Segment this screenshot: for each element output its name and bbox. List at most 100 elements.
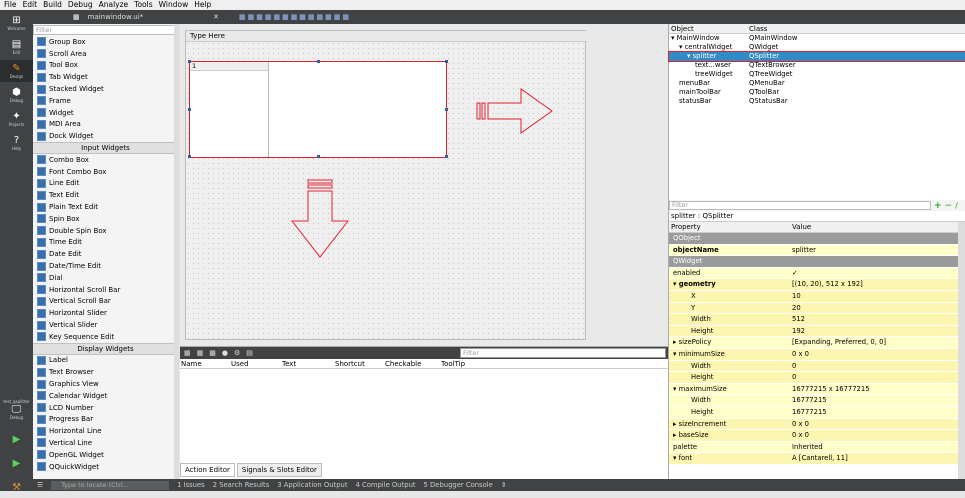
property-row[interactable]: Height 192	[669, 325, 965, 338]
copy-action-icon[interactable]: ▦	[197, 349, 204, 357]
widget-item[interactable]: Progress Bar	[33, 414, 178, 426]
widget-item[interactable]: Scroll Area	[33, 48, 178, 60]
add-property-icon[interactable]: +	[934, 201, 942, 211]
widget-item[interactable]: Tab Widget	[33, 71, 178, 83]
property-row[interactable]: ▾ maximumSize 16777215 x 16777215	[669, 383, 965, 396]
property-value[interactable]: 0 x 0	[790, 349, 965, 360]
widget-item[interactable]: Calendar Widget	[33, 390, 178, 402]
resize-handle[interactable]	[317, 60, 320, 63]
widget-item[interactable]: Text Edit	[33, 189, 178, 201]
widget-item[interactable]: Tool Box	[33, 60, 178, 72]
resize-handle[interactable]	[188, 108, 191, 111]
object-tree-row[interactable]: treeWidget QTreeWidget	[669, 70, 965, 79]
delete-action-icon[interactable]: ●	[222, 349, 228, 357]
resize-handle[interactable]	[445, 108, 448, 111]
resize-handle[interactable]	[445, 155, 448, 158]
view-mode-icon[interactable]: ▤	[246, 349, 253, 357]
menu-tools[interactable]: Tools	[134, 0, 152, 10]
widget-item[interactable]: Label	[33, 355, 178, 367]
action-filter-input[interactable]: Filter	[460, 348, 666, 358]
menu-edit[interactable]: Edit	[23, 0, 38, 10]
property-row[interactable]: palette Inherited	[669, 441, 965, 454]
widget-item[interactable]: Font Combo Box	[33, 166, 178, 178]
widget-item[interactable]: Plain Text Edit	[33, 201, 178, 213]
widget-item[interactable]: OpenGL Widget	[33, 449, 178, 461]
widget-item[interactable]: Widget	[33, 107, 178, 119]
property-value[interactable]: Inherited	[790, 442, 965, 453]
object-tree-row[interactable]: ▾ MainWindow QMainWindow	[669, 34, 965, 43]
resize-handle[interactable]	[317, 155, 320, 158]
layout-toolbar[interactable]: ▦▦▦▦▦▦▦▦▦▦▦▦▦	[239, 13, 351, 21]
property-row[interactable]: ▸ sizePolicy [Expanding, Preferred, 0, 0]	[669, 337, 965, 349]
widget-item[interactable]: Double Spin Box	[33, 225, 178, 237]
property-value[interactable]: 512	[790, 314, 965, 325]
property-row[interactable]: Width 512	[669, 314, 965, 326]
menu-type-here[interactable]: Type Here	[186, 31, 587, 42]
mode-debug[interactable]: ⬢ Debug	[0, 84, 33, 106]
mode-edit[interactable]: ▤ Edit	[0, 36, 33, 58]
mode-welcome[interactable]: ⊞ Welcome	[0, 12, 33, 34]
output-pane-button[interactable]: ⇕	[501, 481, 507, 489]
property-filter-input[interactable]: Filter	[669, 201, 931, 210]
widget-item[interactable]: LCD Number	[33, 402, 178, 414]
resize-handle[interactable]	[188, 155, 191, 158]
locator-input[interactable]: Type to locate (Ctrl...	[51, 480, 170, 490]
mode-projects[interactable]: ✦ Projects	[0, 108, 33, 130]
widget-item[interactable]: Combo Box	[33, 154, 178, 166]
widget-item[interactable]: Group Box	[33, 36, 178, 48]
property-row[interactable]: Width 16777215	[669, 395, 965, 407]
widget-item[interactable]: Frame	[33, 95, 178, 107]
widget-item[interactable]: QQuickWidget	[33, 461, 178, 473]
splitter-widget[interactable]: 1	[188, 60, 448, 158]
menu-window[interactable]: Window	[159, 0, 189, 10]
resize-handle[interactable]	[188, 60, 191, 63]
widget-item[interactable]: Vertical Scroll Bar	[33, 296, 178, 308]
property-row[interactable]: ▾ geometry [(10, 20), 512 x 192]	[669, 279, 965, 291]
property-value[interactable]: 16777215	[790, 395, 965, 406]
main-window-form[interactable]: Type Here 1	[185, 30, 587, 340]
property-row[interactable]: ▾ font A [Cantarell, 11]	[669, 453, 965, 465]
property-value[interactable]: A [Cantarell, 11]	[790, 453, 965, 464]
menu-file[interactable]: File	[4, 0, 17, 10]
new-action-icon[interactable]: ▦	[184, 349, 191, 357]
paste-action-icon[interactable]: ▦	[209, 349, 216, 357]
property-value[interactable]: 0 x 0	[790, 419, 965, 430]
widget-item[interactable]: Text Browser	[33, 366, 178, 378]
property-value[interactable]: 0 x 0	[790, 430, 965, 441]
object-tree-row[interactable]: mainToolBar QToolBar	[669, 88, 965, 97]
property-value[interactable]: [(10, 20), 512 x 192]	[790, 279, 965, 290]
widget-item[interactable]: MDI Area	[33, 119, 178, 131]
property-editor-scrollbar[interactable]	[958, 222, 965, 479]
property-row[interactable]: X 10	[669, 290, 965, 303]
widget-item[interactable]: Time Edit	[33, 237, 178, 249]
widget-category[interactable]: Input Widgets	[33, 142, 178, 154]
widget-category[interactable]: Display Widgets	[33, 342, 178, 355]
remove-property-icon[interactable]: −	[945, 201, 953, 211]
property-value[interactable]: 0	[790, 372, 965, 383]
property-row[interactable]: objectName splitter	[669, 244, 965, 257]
property-row[interactable]: ▾ minimumSize 0 x 0	[669, 348, 965, 361]
widget-item[interactable]: Key Sequence Edit	[33, 331, 178, 343]
tree-widget[interactable]: 1	[190, 62, 269, 157]
output-pane-button[interactable]: 2 Search Results	[213, 481, 270, 489]
menu-help[interactable]: Help	[194, 0, 211, 10]
widget-item[interactable]: Line Edit	[33, 178, 178, 190]
widget-item[interactable]: Graphics View	[33, 378, 178, 390]
property-row[interactable]: Height 0	[669, 372, 965, 384]
output-pane-button[interactable]: 3 Application Output	[277, 481, 347, 489]
mode-help[interactable]: ? Help	[0, 132, 33, 154]
widget-filter-input[interactable]: Filter	[33, 25, 178, 35]
widget-item[interactable]: Vertical Slider	[33, 319, 178, 331]
tab-signals-slots[interactable]: Signals & Slots Editor	[236, 463, 322, 477]
property-row[interactable]: enabled ✓	[669, 267, 965, 280]
widget-item[interactable]: Horizontal Scroll Bar	[33, 284, 178, 296]
property-value[interactable]: 16777215 x 16777215	[790, 384, 965, 395]
property-value[interactable]: 20	[790, 303, 965, 314]
close-document-icon[interactable]: ✕	[213, 13, 219, 21]
property-row[interactable]: Y 20	[669, 302, 965, 315]
menu-build[interactable]: Build	[43, 0, 62, 10]
property-value[interactable]: 0	[790, 361, 965, 372]
tab-action-editor[interactable]: Action Editor	[180, 463, 235, 477]
output-pane-button[interactable]: 5 Debugger Console	[424, 481, 493, 489]
widget-item[interactable]: Date/Time Edit	[33, 260, 178, 272]
